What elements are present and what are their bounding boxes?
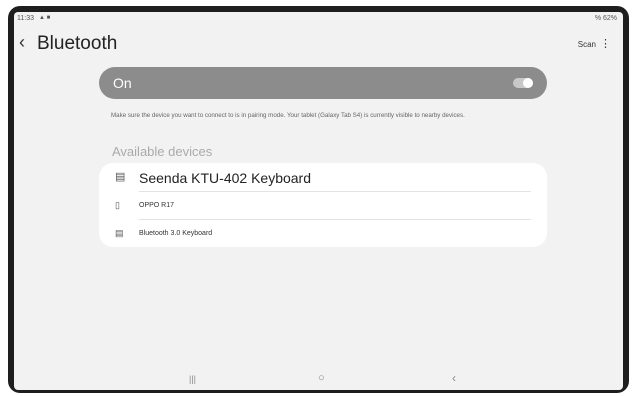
screen: 11:33 ▲ ■ % 62% ‹ Bluetooth Scan ⋮ On Ma… (14, 12, 623, 390)
device-list: ▤ Seenda KTU-402 Keyboard ▯ OPPO R17 ▤ B… (99, 163, 547, 247)
device-name: Seenda KTU-402 Keyboard (139, 170, 311, 186)
battery-indicator: % 62% (594, 15, 617, 22)
notification-icons: ▲ ■ (39, 15, 51, 21)
nav-back-icon[interactable]: ‹ (452, 371, 456, 385)
device-name: OPPO R17 (139, 202, 175, 209)
more-options-icon[interactable]: ⋮ (600, 37, 611, 50)
device-item-bt30-keyboard[interactable]: ▤ Bluetooth 3.0 Keyboard (99, 219, 547, 247)
switch-knob (523, 78, 533, 88)
device-item-seenda-keyboard[interactable]: ▤ Seenda KTU-402 Keyboard (99, 163, 547, 191)
keyboard-icon: ▤ (115, 228, 124, 238)
navigation-bar: ||| ○ ‹ (14, 370, 623, 390)
phone-icon: ▯ (115, 200, 120, 210)
device-item-oppo-r17[interactable]: ▯ OPPO R17 (99, 191, 547, 219)
header: ‹ Bluetooth Scan ⋮ (14, 30, 623, 60)
recent-apps-icon[interactable]: ||| (189, 374, 196, 384)
page-title: Bluetooth (37, 33, 118, 54)
back-icon[interactable]: ‹ (19, 32, 25, 53)
toggle-label: On (113, 75, 132, 91)
keyboard-icon: ▤ (115, 171, 126, 183)
status-time: 11:33 (17, 15, 34, 22)
home-icon[interactable]: ○ (318, 372, 325, 384)
status-bar: 11:33 ▲ ■ % 62% (14, 12, 623, 30)
available-devices-heading: Available devices (112, 144, 213, 159)
scan-button[interactable]: Scan (578, 40, 596, 49)
pairing-info-text: Make sure the device you want to connect… (111, 112, 465, 119)
bluetooth-switch[interactable] (513, 78, 533, 88)
bluetooth-toggle-bar[interactable]: On (99, 67, 547, 99)
device-name: Bluetooth 3.0 Keyboard (139, 230, 213, 237)
